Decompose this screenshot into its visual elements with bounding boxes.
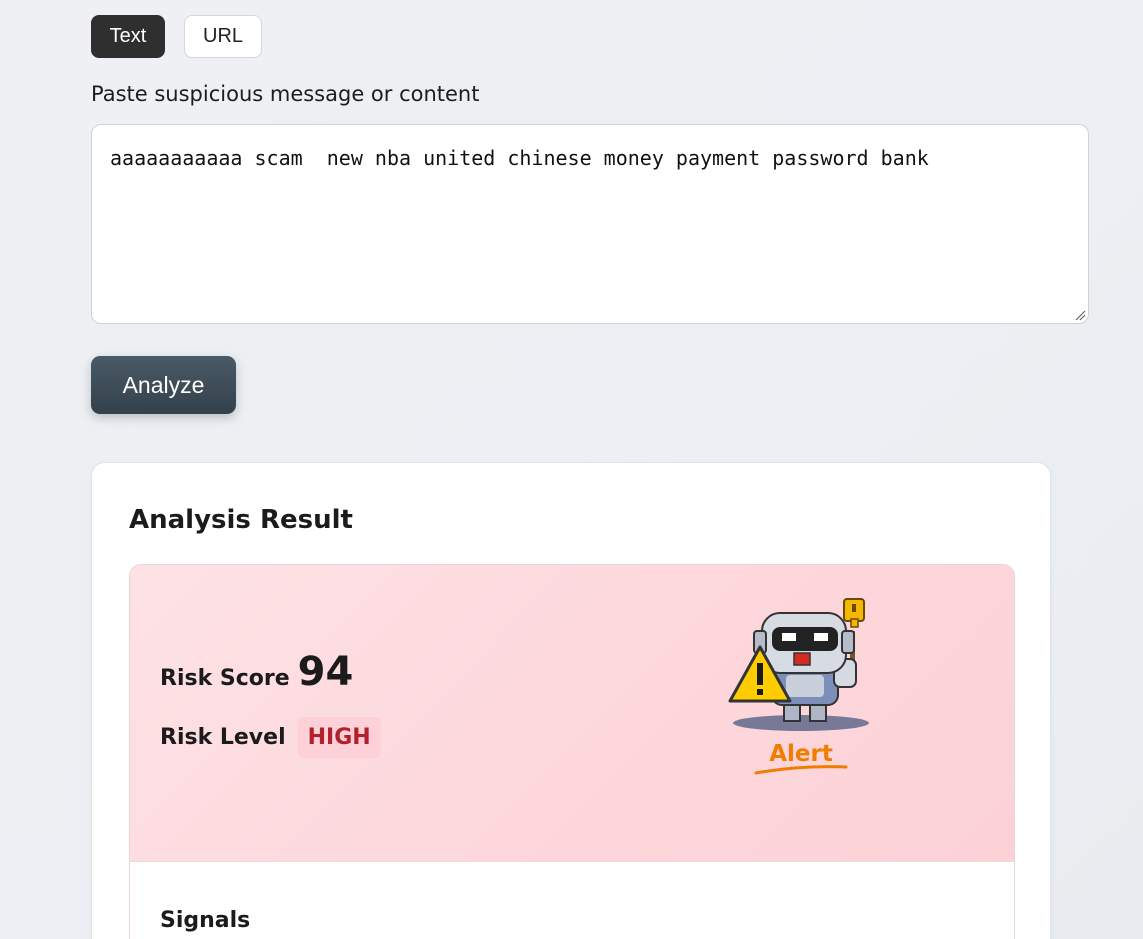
analyze-button[interactable]: Analyze (91, 356, 236, 414)
risk-score-value: 94 (297, 649, 354, 695)
signals-title: Signals (160, 908, 251, 933)
input-mode-tabs: Text URL (91, 15, 262, 58)
message-input[interactable]: aaaaaaaaaaa scam new nba united chinese … (91, 124, 1089, 324)
risk-score-label: Risk Score (160, 666, 290, 691)
robot-warning-mascot-icon: Alert (728, 598, 869, 775)
resize-grip-icon[interactable] (1074, 309, 1086, 321)
analysis-result-card: Analysis Result Risk Score 94 Risk Level… (91, 462, 1051, 939)
input-label: Paste suspicious message or content (91, 82, 480, 106)
risk-summary: Risk Score 94 Risk Level HIGH Alert (130, 565, 1014, 862)
risk-level-label: Risk Level (160, 725, 286, 750)
risk-score-row: Risk Score 94 (160, 649, 353, 695)
tab-url[interactable]: URL (184, 15, 262, 58)
risk-panel: Risk Score 94 Risk Level HIGH Alert Sign… (129, 564, 1015, 939)
result-title: Analysis Result (129, 505, 353, 535)
risk-level-badge: HIGH (297, 717, 381, 758)
mascot-caption: Alert (769, 741, 833, 767)
risk-level-row: Risk Level HIGH (160, 717, 381, 758)
tab-text[interactable]: Text (91, 15, 165, 58)
